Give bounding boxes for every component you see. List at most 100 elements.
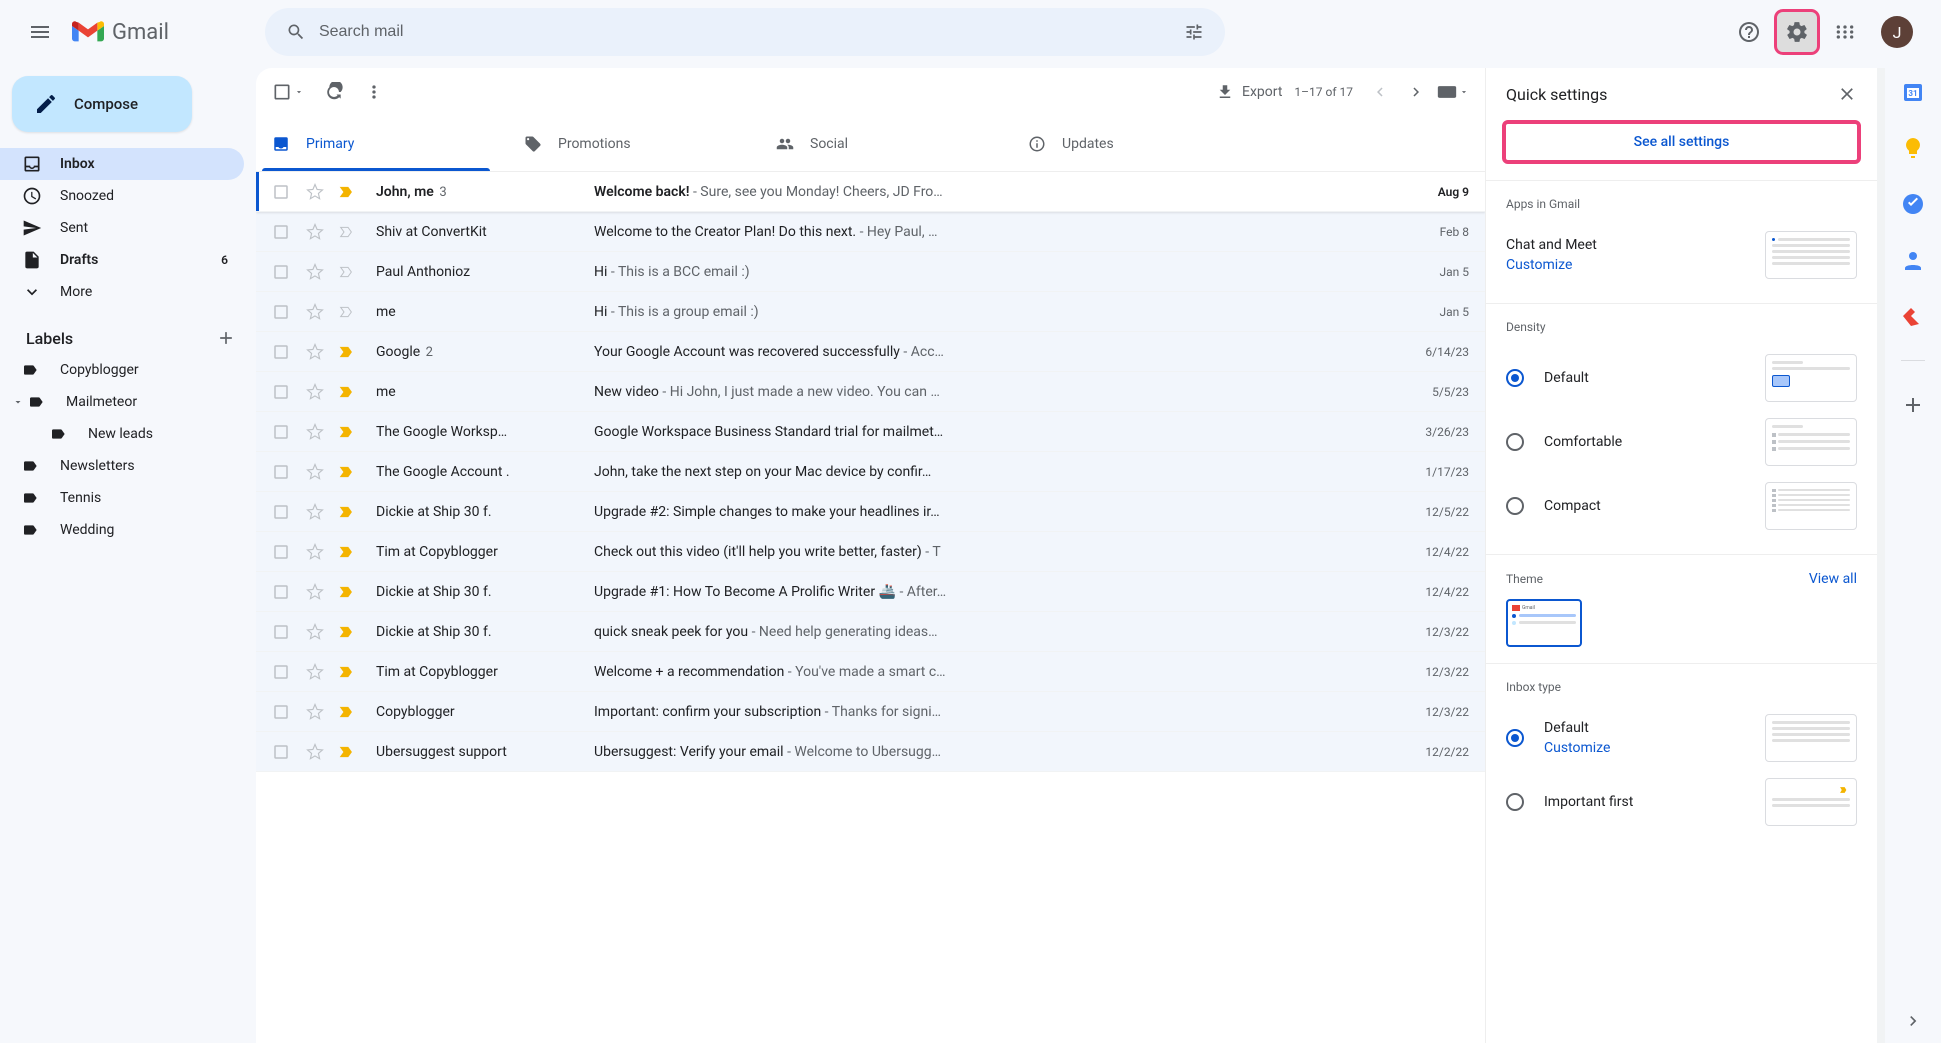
row-checkbox[interactable] xyxy=(272,503,292,521)
search-input[interactable] xyxy=(319,23,1171,41)
email-row[interactable]: Ubersuggest support Ubersuggest: Verify … xyxy=(256,732,1485,772)
email-row[interactable]: Google 2 Your Google Account was recover… xyxy=(256,332,1485,372)
inbox-type-default[interactable]: Default Customize xyxy=(1506,706,1857,770)
row-star[interactable] xyxy=(306,303,326,321)
row-important[interactable] xyxy=(338,224,358,240)
collapse-panel-button[interactable] xyxy=(1903,1011,1923,1031)
search-bar[interactable] xyxy=(265,8,1225,56)
email-row[interactable]: Dickie at Ship 30 f. Upgrade #1: How To … xyxy=(256,572,1485,612)
row-star[interactable] xyxy=(306,623,326,641)
row-star[interactable] xyxy=(306,223,326,241)
row-checkbox[interactable] xyxy=(272,183,292,201)
email-row[interactable]: Dickie at Ship 30 f. Upgrade #2: Simple … xyxy=(256,492,1485,532)
keep-app-button[interactable] xyxy=(1901,136,1925,160)
row-star[interactable] xyxy=(306,663,326,681)
label-tennis[interactable]: Tennis xyxy=(0,482,256,514)
next-page-button[interactable] xyxy=(1407,83,1425,101)
row-important[interactable] xyxy=(338,624,358,640)
label-wedding[interactable]: Wedding xyxy=(0,514,256,546)
label-new-leads[interactable]: New leads xyxy=(0,418,256,450)
row-star[interactable] xyxy=(306,183,326,201)
tab-updates[interactable]: Updates xyxy=(1012,116,1264,171)
density-compact[interactable]: Compact xyxy=(1506,474,1857,538)
label-mailmeteor[interactable]: Mailmeteor xyxy=(0,386,256,418)
row-important[interactable] xyxy=(338,744,358,760)
tab-promotions[interactable]: Promotions xyxy=(508,116,760,171)
refresh-button[interactable] xyxy=(324,82,344,102)
row-star[interactable] xyxy=(306,583,326,601)
row-star[interactable] xyxy=(306,503,326,521)
density-default[interactable]: Default xyxy=(1506,346,1857,410)
main-menu-button[interactable] xyxy=(16,8,64,56)
email-row[interactable]: me New video - Hi John, I just made a ne… xyxy=(256,372,1485,412)
settings-button[interactable] xyxy=(1777,12,1817,52)
row-important[interactable] xyxy=(338,384,358,400)
tab-primary[interactable]: Primary xyxy=(256,116,508,171)
row-checkbox[interactable] xyxy=(272,423,292,441)
email-row[interactable]: me Hi - This is a group email :) Jan 5 xyxy=(256,292,1485,332)
nav-snoozed[interactable]: Snoozed xyxy=(0,180,244,212)
prev-page-button[interactable] xyxy=(1371,83,1389,101)
calendar-app-button[interactable]: 31 xyxy=(1901,80,1925,104)
row-checkbox[interactable] xyxy=(272,463,292,481)
compose-button[interactable]: Compose xyxy=(12,76,192,132)
row-checkbox[interactable] xyxy=(272,223,292,241)
select-all-checkbox[interactable] xyxy=(272,82,304,102)
search-options-button[interactable] xyxy=(1171,22,1217,42)
row-important[interactable] xyxy=(338,304,358,320)
row-star[interactable] xyxy=(306,263,326,281)
contacts-app-button[interactable] xyxy=(1901,248,1925,272)
row-checkbox[interactable] xyxy=(272,743,292,761)
row-star[interactable] xyxy=(306,463,326,481)
customize-inbox-button[interactable]: Customize xyxy=(1544,740,1765,756)
row-important[interactable] xyxy=(338,264,358,280)
row-checkbox[interactable] xyxy=(272,383,292,401)
row-important[interactable] xyxy=(338,704,358,720)
row-checkbox[interactable] xyxy=(272,343,292,361)
nav-inbox[interactable]: Inbox xyxy=(0,148,244,180)
customize-chat-button[interactable]: Customize xyxy=(1506,257,1765,273)
row-star[interactable] xyxy=(306,703,326,721)
email-row[interactable]: Shiv at ConvertKit Welcome to the Creato… xyxy=(256,212,1485,252)
row-checkbox[interactable] xyxy=(272,703,292,721)
row-checkbox[interactable] xyxy=(272,623,292,641)
email-row[interactable]: Tim at Copyblogger Welcome + a recommend… xyxy=(256,652,1485,692)
row-star[interactable] xyxy=(306,543,326,561)
email-row[interactable]: The Google Worksp… Google Workspace Busi… xyxy=(256,412,1485,452)
input-tools-button[interactable] xyxy=(1437,85,1469,99)
email-row[interactable]: Paul Anthonioz Hi - This is a BCC email … xyxy=(256,252,1485,292)
row-star[interactable] xyxy=(306,743,326,761)
row-important[interactable] xyxy=(338,544,358,560)
row-important[interactable] xyxy=(338,504,358,520)
row-important[interactable] xyxy=(338,184,358,200)
density-comfortable[interactable]: Comfortable xyxy=(1506,410,1857,474)
row-star[interactable] xyxy=(306,383,326,401)
row-important[interactable] xyxy=(338,664,358,680)
row-important[interactable] xyxy=(338,344,358,360)
label-copyblogger[interactable]: Copyblogger xyxy=(0,354,256,386)
row-checkbox[interactable] xyxy=(272,583,292,601)
row-checkbox[interactable] xyxy=(272,303,292,321)
google-apps-button[interactable] xyxy=(1825,12,1865,52)
row-important[interactable] xyxy=(338,424,358,440)
nav-drafts[interactable]: Drafts6 xyxy=(0,244,244,276)
label-newsletters[interactable]: Newsletters xyxy=(0,450,256,482)
plus-icon[interactable] xyxy=(216,328,236,348)
email-row[interactable]: John, me 3 Welcome back! - Sure, see you… xyxy=(256,172,1485,212)
row-important[interactable] xyxy=(338,464,358,480)
email-row[interactable]: Dickie at Ship 30 f. quick sneak peek fo… xyxy=(256,612,1485,652)
row-checkbox[interactable] xyxy=(272,543,292,561)
row-star[interactable] xyxy=(306,423,326,441)
inbox-type-important[interactable]: Important first xyxy=(1506,770,1857,834)
account-avatar[interactable]: J xyxy=(1881,16,1913,48)
see-all-settings-button[interactable]: See all settings xyxy=(1502,120,1861,164)
tab-social[interactable]: Social xyxy=(760,116,1012,171)
email-row[interactable]: Copyblogger Important: confirm your subs… xyxy=(256,692,1485,732)
row-important[interactable] xyxy=(338,584,358,600)
more-button[interactable] xyxy=(364,82,384,102)
gmail-logo[interactable]: Gmail xyxy=(72,20,169,45)
nav-more[interactable]: More xyxy=(0,276,244,308)
email-row[interactable]: Tim at Copyblogger Check out this video … xyxy=(256,532,1485,572)
email-row[interactable]: The Google Account . John, take the next… xyxy=(256,452,1485,492)
theme-view-all-button[interactable]: View all xyxy=(1809,571,1857,587)
